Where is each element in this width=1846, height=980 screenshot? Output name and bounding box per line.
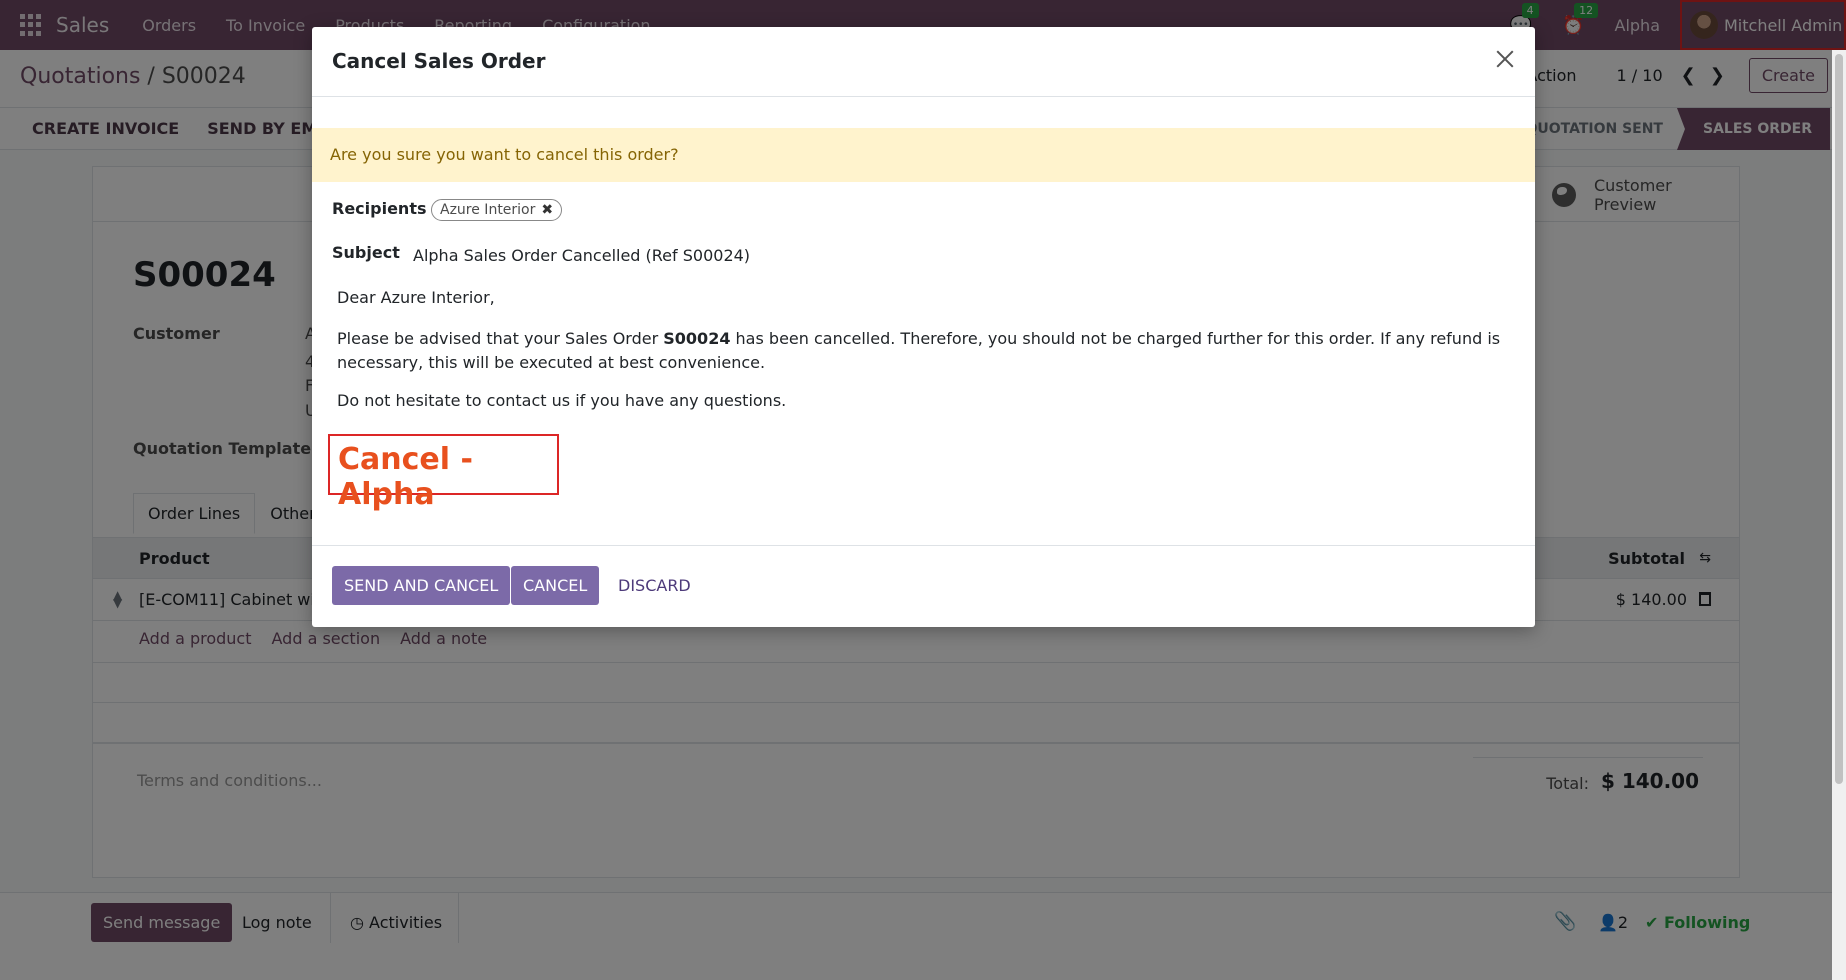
body-text-pre: Please be advised that your Sales Order bbox=[337, 329, 664, 348]
cancel-order-dialog: Cancel Sales Order Are you sure you want… bbox=[312, 27, 1535, 627]
modal-footer: SEND AND CANCEL CANCEL DISCARD bbox=[312, 545, 1535, 627]
signature-text[interactable]: Cancel - Alpha bbox=[338, 442, 557, 512]
remove-tag-icon[interactable]: ✖ bbox=[541, 202, 553, 218]
subject-field[interactable]: Alpha Sales Order Cancelled (Ref S00024) bbox=[413, 246, 750, 265]
recipient-tag-label: Azure Interior bbox=[440, 202, 536, 218]
body-order-ref: S00024 bbox=[663, 329, 731, 348]
send-and-cancel-button[interactable]: SEND AND CANCEL bbox=[332, 566, 511, 605]
discard-button[interactable]: DISCARD bbox=[618, 576, 691, 595]
page-scrollbar[interactable] bbox=[1832, 50, 1846, 980]
recipients-label: Recipients bbox=[332, 199, 427, 218]
scrollbar-thumb[interactable] bbox=[1835, 54, 1843, 784]
signature-highlight: Cancel - Alpha bbox=[328, 434, 559, 512]
modal-header: Cancel Sales Order bbox=[312, 27, 1535, 97]
body-closing[interactable]: Do not hesitate to contact us if you hav… bbox=[337, 389, 1517, 413]
close-icon[interactable] bbox=[1493, 47, 1517, 71]
recipient-tag[interactable]: Azure Interior ✖ bbox=[431, 199, 563, 221]
alert-text: Are you sure you want to cancel this ord… bbox=[330, 145, 679, 164]
body-greeting[interactable]: Dear Azure Interior, bbox=[337, 286, 1517, 310]
modal-title: Cancel Sales Order bbox=[332, 49, 546, 73]
subject-label: Subject bbox=[332, 243, 400, 262]
cancel-button[interactable]: CANCEL bbox=[511, 566, 600, 605]
body-paragraph[interactable]: Please be advised that your Sales Order … bbox=[337, 327, 1517, 375]
warning-alert: Are you sure you want to cancel this ord… bbox=[312, 128, 1535, 182]
